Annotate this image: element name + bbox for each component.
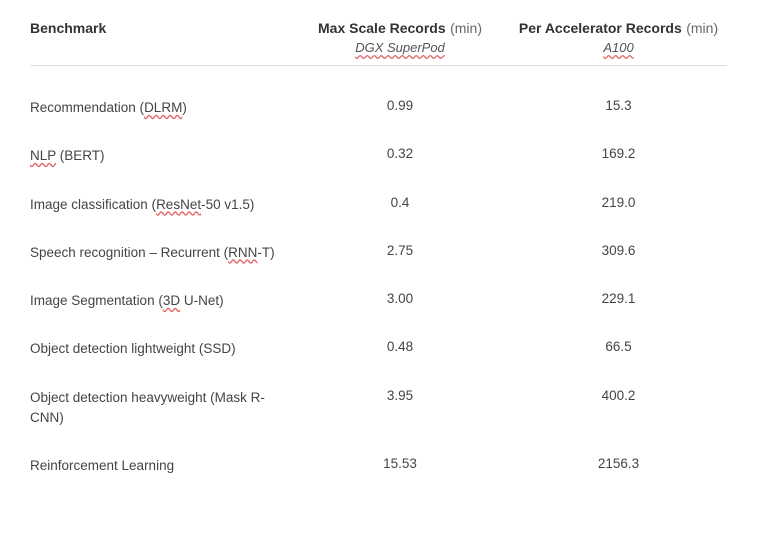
header-benchmark: Benchmark — [30, 20, 290, 55]
benchmark-name: Object detection heavyweight (Mask R-CNN… — [30, 388, 290, 429]
per-accel-value: 15.3 — [510, 98, 727, 118]
header-max-scale: Max Scale Records (min) DGX SuperPod — [290, 20, 510, 55]
per-accel-value: 2156.3 — [510, 456, 727, 476]
max-scale-value: 2.75 — [290, 243, 510, 263]
max-scale-value: 0.99 — [290, 98, 510, 118]
header-max-scale-label: Max Scale Records — [318, 20, 446, 36]
table-body: Recommendation (DLRM)0.9915.3NLP (BERT)0… — [30, 84, 727, 490]
benchmark-name: Recommendation (DLRM) — [30, 98, 290, 118]
header-max-scale-sub: DGX SuperPod — [290, 40, 510, 55]
per-accel-value: 229.1 — [510, 291, 727, 311]
header-max-scale-unit: (min) — [450, 20, 482, 36]
max-scale-value: 0.4 — [290, 195, 510, 215]
header-per-accel-sub: A100 — [510, 40, 727, 55]
max-scale-value: 0.48 — [290, 339, 510, 359]
header-per-accel-label: Per Accelerator Records — [519, 20, 682, 36]
header-per-accel-unit: (min) — [686, 20, 718, 36]
max-scale-value: 3.00 — [290, 291, 510, 311]
per-accel-value: 169.2 — [510, 146, 727, 166]
per-accel-value: 309.6 — [510, 243, 727, 263]
table-row: Image classification (ResNet-50 v1.5)0.4… — [30, 181, 727, 229]
table-row: Reinforcement Learning15.532156.3 — [30, 442, 727, 490]
table-header-row: Benchmark Max Scale Records (min) DGX Su… — [30, 20, 727, 66]
per-accel-value: 66.5 — [510, 339, 727, 359]
benchmark-name: Speech recognition – Recurrent (RNN-T) — [30, 243, 290, 263]
table-row: Object detection heavyweight (Mask R-CNN… — [30, 374, 727, 443]
table-row: Speech recognition – Recurrent (RNN-T)2.… — [30, 229, 727, 277]
table-row: NLP (BERT)0.32169.2 — [30, 132, 727, 180]
per-accel-value: 219.0 — [510, 195, 727, 215]
per-accel-value: 400.2 — [510, 388, 727, 429]
benchmark-name: Reinforcement Learning — [30, 456, 290, 476]
benchmark-name: NLP (BERT) — [30, 146, 290, 166]
benchmark-name: Image classification (ResNet-50 v1.5) — [30, 195, 290, 215]
table-row: Image Segmentation (3D U-Net)3.00229.1 — [30, 277, 727, 325]
benchmark-table: Benchmark Max Scale Records (min) DGX Su… — [30, 20, 727, 490]
table-row: Recommendation (DLRM)0.9915.3 — [30, 84, 727, 132]
benchmark-name: Object detection lightweight (SSD) — [30, 339, 290, 359]
benchmark-name: Image Segmentation (3D U-Net) — [30, 291, 290, 311]
max-scale-value: 3.95 — [290, 388, 510, 429]
table-row: Object detection lightweight (SSD)0.4866… — [30, 325, 727, 373]
max-scale-value: 0.32 — [290, 146, 510, 166]
max-scale-value: 15.53 — [290, 456, 510, 476]
header-benchmark-label: Benchmark — [30, 20, 106, 36]
header-per-accel: Per Accelerator Records (min) A100 — [510, 20, 727, 55]
